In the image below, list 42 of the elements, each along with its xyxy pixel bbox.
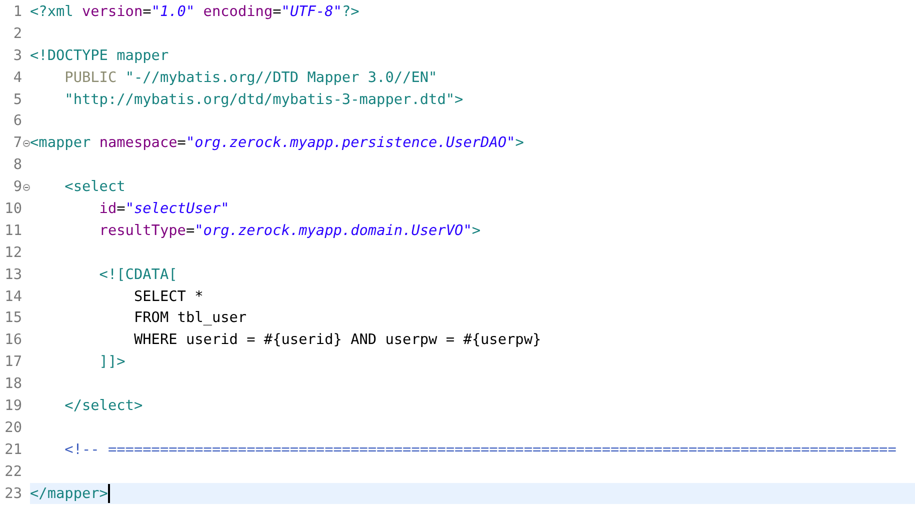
- line-number: 23: [4, 486, 22, 502]
- line-number: 13: [4, 266, 22, 283]
- line-number: 9: [12, 179, 22, 196]
- line-number: 2: [12, 26, 22, 42]
- line-number: 20: [4, 420, 22, 436]
- line-number: 22: [4, 464, 22, 480]
- code-line: "http://mybatis.org/dtd/mybatis-3-mapper.dtd">: [64, 92, 464, 108]
- code-line: <!-- ===========================================================================================: [64, 442, 896, 458]
- fold-icon[interactable]: [23, 184, 30, 191]
- code-line: WHERE userid = #{userid} AND userpw = #{userpw}: [132, 332, 542, 348]
- line-number: 19: [4, 398, 22, 414]
- line-number: 7: [12, 135, 22, 152]
- code-line: PUBLIC "-//mybatis.org//DTD Mapper 3.0//EN": [64, 70, 438, 86]
- code-line: <mapper namespace="org.zerock.myapp.persistence.UserDAO">: [30, 135, 524, 152]
- code-line: <!DOCTYPE mapper: [30, 48, 169, 64]
- line-number: 21: [4, 442, 22, 458]
- code-line: SELECT *: [132, 288, 204, 305]
- line-number: 8: [12, 157, 22, 174]
- line-number: 18: [4, 376, 22, 392]
- line-number: 6: [12, 113, 22, 130]
- text-cursor: [108, 484, 110, 504]
- line-number: 12: [4, 244, 22, 261]
- code-line: </mapper>: [30, 486, 108, 502]
- line-number: 5: [12, 92, 22, 108]
- line-number: 14: [4, 288, 22, 305]
- line-number: 15: [4, 310, 22, 326]
- fold-icon[interactable]: [23, 140, 30, 147]
- line-number: 1: [12, 4, 22, 20]
- code-line: <![CDATA[: [98, 266, 178, 283]
- code-line: resultType="org.zerock.myapp.domain.UserVO">: [98, 222, 481, 239]
- code-line: <?xml version="1.0" encoding="UTF-8"?>: [30, 4, 360, 20]
- code-line: FROM tbl_user: [132, 310, 247, 326]
- line-number: 10: [4, 200, 22, 217]
- code-line: <select: [64, 179, 126, 196]
- line-number: 17: [4, 354, 22, 370]
- line-number: 16: [4, 332, 22, 348]
- code-line: ]]>: [98, 354, 126, 370]
- line-number: 4: [12, 70, 22, 86]
- code-line: id="selectUser": [98, 200, 230, 217]
- code-line: </select>: [64, 398, 143, 414]
- line-number: 11: [4, 222, 22, 239]
- line-number: 3: [12, 48, 22, 64]
